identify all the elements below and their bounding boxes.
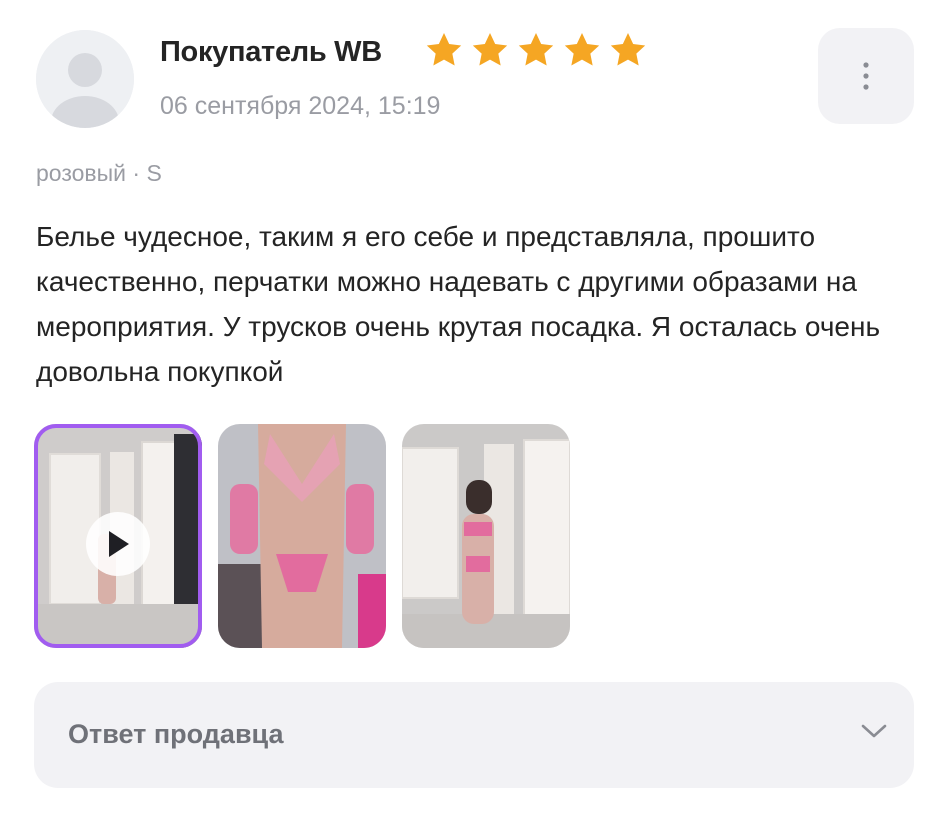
avatar: [36, 30, 134, 128]
review-photo: [402, 424, 570, 648]
photo-thumbnail[interactable]: [218, 424, 386, 648]
author-name: Покупатель WB: [160, 36, 382, 68]
seller-reply-label: Ответ продавца: [68, 719, 284, 749]
media-gallery: [34, 424, 570, 648]
product-variant: розовый · S: [36, 160, 162, 186]
more-options-button[interactable]: [818, 28, 914, 124]
rating-stars: [424, 30, 648, 70]
more-vertical-icon: [863, 62, 869, 90]
video-thumbnail[interactable]: [34, 424, 202, 648]
review-card: Покупатель WB 06 сентября 2024, 15:19 ро…: [0, 0, 934, 820]
star-icon: [424, 30, 464, 70]
review-photo: [218, 424, 386, 648]
play-button[interactable]: [86, 512, 150, 576]
star-icon: [608, 30, 648, 70]
chevron-down-icon: [861, 724, 887, 738]
review-date: 06 сентября 2024, 15:19: [160, 92, 441, 120]
seller-reply-toggle[interactable]: Ответ продавца: [34, 682, 914, 788]
star-icon: [562, 30, 602, 70]
user-icon: [36, 30, 134, 128]
play-icon: [109, 531, 129, 557]
review-text: Белье чудесное, таким я его себе и предс…: [36, 221, 881, 387]
star-icon: [516, 30, 556, 70]
star-icon: [470, 30, 510, 70]
photo-thumbnail[interactable]: [402, 424, 570, 648]
